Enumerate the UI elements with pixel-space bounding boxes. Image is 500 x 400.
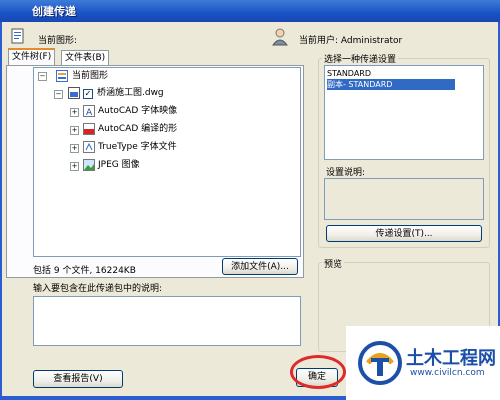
file-summary: 包括 9 个文件, 16224KB (33, 266, 136, 276)
setup-item-standard[interactable]: STANDARD (327, 68, 455, 79)
watermark: 土木工程网 www.civilcn.com (346, 326, 500, 400)
collapse-toggle[interactable]: − (38, 72, 47, 81)
include-drawing-checkbox[interactable]: ✓ (83, 89, 93, 99)
user-icon (272, 28, 288, 46)
drawing-icon (11, 28, 24, 44)
window-title: 创建传递 (32, 5, 76, 18)
tree-item-jpeg[interactable]: JPEG 图像 (98, 158, 140, 172)
setups-list[interactable]: STANDARD 副本- STANDARD (324, 65, 484, 160)
expand-toggle[interactable]: + (70, 108, 79, 117)
view-report-button[interactable]: 查看报告(V) (33, 370, 123, 388)
truetype-icon (83, 141, 95, 153)
dwg-file-icon (68, 87, 80, 99)
title-bar[interactable]: 创建传递 (0, 0, 500, 22)
expand-toggle[interactable]: + (70, 162, 79, 171)
notes-label: 输入要包含在此传递包中的说明: (33, 284, 163, 294)
description-label: 设置说明: (326, 168, 366, 178)
tree-drawing-label[interactable]: 桥涵施工图.dwg (97, 86, 164, 100)
drawing-root-icon (56, 70, 68, 82)
shx-icon (83, 123, 95, 135)
expand-toggle[interactable]: + (70, 126, 79, 135)
expand-toggle[interactable]: + (70, 144, 79, 153)
watermark-url: www.civilcn.com (410, 368, 485, 378)
tab-file-table[interactable]: 文件表(B) (61, 50, 110, 66)
notes-textarea[interactable] (33, 296, 301, 346)
autocad-doc-icon: A (83, 105, 95, 117)
watermark-name: 土木工程网 (406, 348, 496, 369)
current-drawing-label: 当前图形: (38, 36, 78, 46)
tree-root-label[interactable]: 当前图形 (72, 69, 108, 83)
setups-group-label: 选择一种传递设置 (322, 52, 399, 65)
transmittal-setups-button[interactable]: 传递设置(T)... (326, 225, 482, 242)
description-box (324, 178, 484, 220)
add-file-button[interactable]: 添加文件(A)... (222, 258, 298, 275)
file-tree[interactable]: − 当前图形 − ✓ 桥涵施工图.dwg + A AutoCAD 字体映像 + … (33, 67, 301, 257)
tree-item-compiled-shapes[interactable]: AutoCAD 编译的形 (98, 122, 177, 136)
svg-text:A: A (86, 108, 93, 117)
current-user-label: 当前用户: Administrator (299, 36, 403, 46)
image-icon (83, 159, 95, 171)
setup-item-copy-standard[interactable]: 副本- STANDARD (327, 79, 455, 90)
preview-label: 预览 (322, 257, 345, 270)
tree-item-font-map[interactable]: AutoCAD 字体映像 (98, 104, 177, 118)
collapse-toggle[interactable]: − (54, 90, 63, 99)
ok-button[interactable]: 确定 (296, 368, 338, 387)
tab-file-tree[interactable]: 文件树(F) (8, 48, 56, 66)
watermark-logo-icon (358, 341, 402, 385)
tree-item-truetype[interactable]: TrueType 字体文件 (98, 140, 177, 154)
